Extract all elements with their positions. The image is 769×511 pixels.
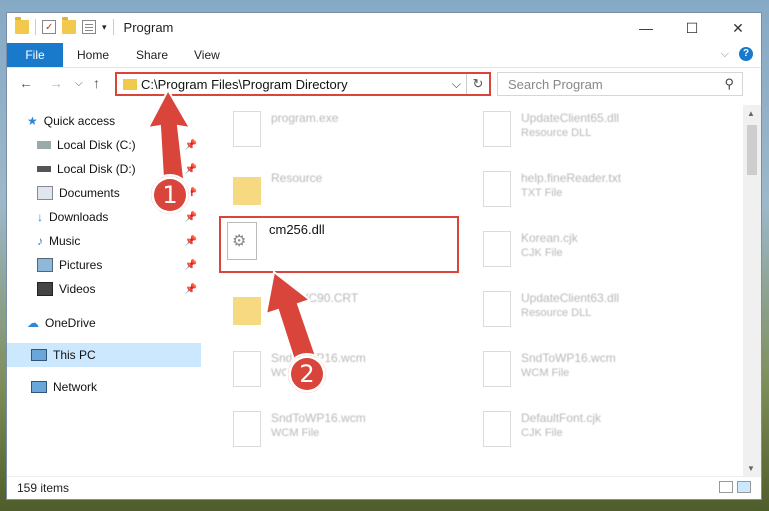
step-badge-1: 1 [149,174,191,216]
annotation-arrows [146,87,320,368]
step-badge-2: 2 [286,353,328,395]
arrow-2 [264,270,320,368]
